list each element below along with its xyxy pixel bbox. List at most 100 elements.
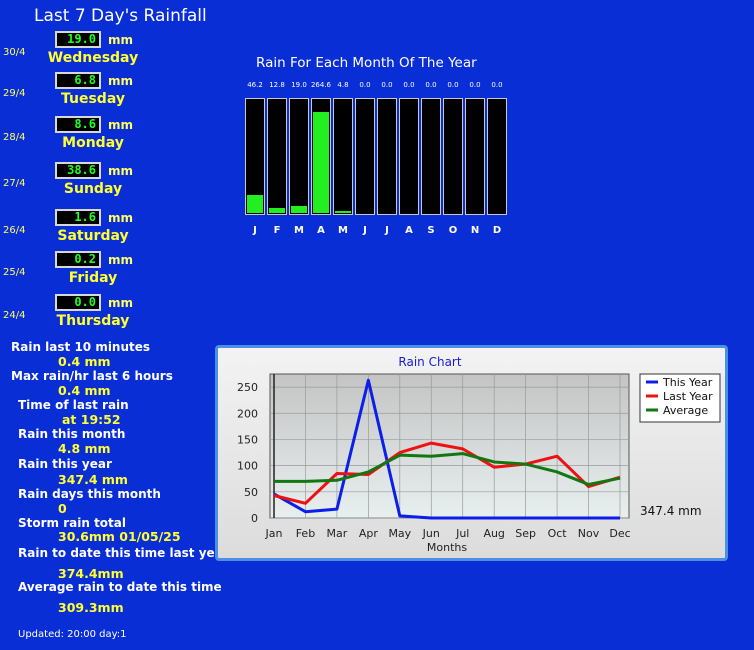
month-bar (313, 111, 329, 213)
year-total-label: 347.4 mm (640, 504, 702, 518)
rain-line-chart: Rain Chart 0 50 100 150 200 250 Jan Feb Mar Apr May… (237, 355, 721, 554)
day-date: 28/4 (3, 132, 26, 143)
day-rain-value: 6.8 (55, 72, 101, 89)
stat-label: Time of last rain (18, 398, 129, 412)
y-tick-label: 150 (237, 433, 258, 446)
y-tick-label: 200 (237, 407, 258, 420)
month-label: M (294, 225, 304, 236)
day-rain-value: 0.2 (55, 251, 101, 268)
month-value-label: 0.0 (381, 81, 393, 89)
month-bar (269, 208, 285, 213)
stat-label: Rain this year (18, 457, 112, 471)
y-tick-label: 0 (251, 512, 258, 525)
stat-label: Rain to date this time last year (18, 546, 229, 560)
day-date: 24/4 (3, 310, 26, 321)
x-tick-label: Mar (327, 527, 348, 540)
legend-label: Last Year (663, 390, 713, 403)
rain-chart-panel: Rain Chart 0 50 100 150 200 250 Jan Feb Mar Apr May… (215, 345, 728, 561)
stat-value: at 19:52 (62, 412, 121, 427)
x-tick-label: Jul (455, 527, 469, 540)
month-label: A (405, 225, 413, 236)
month-value-label: 46.2 (247, 81, 263, 89)
rain-chart-title: Rain Chart (398, 355, 461, 369)
day-rain-unit: mm (108, 253, 134, 267)
day-rain-value: 19.0 (55, 31, 101, 48)
month-value-label: 12.8 (269, 81, 285, 89)
month-label: S (427, 225, 435, 236)
month-label: M (338, 225, 348, 236)
day-rain-value: 0.0 (55, 294, 101, 311)
y-tick-label: 100 (237, 460, 258, 473)
stat-value: 0.4 mm (58, 354, 111, 369)
x-tick-label: Dec (609, 527, 630, 540)
day-rain-value: 1.6 (55, 209, 101, 226)
day-name: Wednesday (47, 50, 139, 66)
x-axis-label: Months (427, 541, 467, 554)
y-tick-label: 50 (244, 486, 258, 499)
month-bar-track (443, 98, 463, 215)
month-label: D (492, 225, 502, 236)
day-name: Tuesday (61, 91, 125, 107)
month-label: A (317, 225, 325, 236)
month-bar-track (377, 98, 397, 215)
page-title: Last 7 Day's Rainfall (34, 6, 207, 26)
day-name: Thursday (56, 313, 130, 329)
day-rain-unit: mm (108, 296, 134, 310)
month-value-label: 0.0 (469, 81, 481, 89)
day-rain-value: 38.6 (55, 162, 101, 179)
day-rain-unit: mm (108, 118, 134, 132)
stat-value: 4.8 mm (58, 441, 111, 456)
x-tick-label: Feb (296, 527, 315, 540)
month-value-label: 0.0 (491, 81, 503, 89)
stat-label: Storm rain total (18, 516, 126, 530)
month-label: J (385, 225, 389, 236)
x-tick-label: May (388, 527, 411, 540)
month-label: N (470, 225, 480, 236)
day-rain-value: 8.6 (55, 116, 101, 133)
stat-label: Rain last 10 minutes (11, 340, 151, 354)
stat-label: Rain days this month (18, 487, 161, 501)
month-value-label: 0.0 (447, 81, 459, 89)
x-tick-label: Oct (548, 527, 568, 540)
month-value-label: 0.0 (425, 81, 437, 89)
day-name: Monday (62, 135, 124, 151)
month-bar-track (487, 98, 507, 215)
day-rain-unit: mm (108, 33, 134, 47)
month-bar-track (311, 98, 331, 215)
month-bar (335, 211, 351, 213)
stat-label: Average rain to date this time (18, 580, 222, 594)
month-bar-track (289, 98, 309, 215)
month-value-label: 0.0 (359, 81, 371, 89)
stat-label: Rain this month (18, 427, 126, 441)
month-bar (291, 205, 307, 213)
month-value-label: 19.0 (291, 81, 307, 89)
month-bar-track (333, 98, 353, 215)
month-label: J (363, 225, 367, 236)
month-bar-track (245, 98, 265, 215)
day-date: 27/4 (3, 178, 26, 189)
month-label: F (273, 225, 281, 236)
month-label: J (253, 225, 257, 236)
x-tick-label: Aug (483, 527, 504, 540)
month-value-label: 0.0 (403, 81, 415, 89)
x-tick-label: Apr (359, 527, 379, 540)
day-name: Friday (68, 270, 118, 286)
month-bar (247, 195, 263, 213)
month-bar-track (465, 98, 485, 215)
day-name: Saturday (57, 228, 129, 244)
day-date: 25/4 (3, 267, 26, 278)
updated-timestamp: Updated: 20:00 day:1 (18, 629, 127, 640)
day-rain-unit: mm (108, 164, 134, 178)
legend-label: This Year (662, 376, 713, 389)
x-tick-label: Nov (578, 527, 600, 540)
stat-value: 374.4mm (58, 566, 124, 581)
month-value-label: 4.8 (337, 81, 349, 89)
month-bar-track (399, 98, 419, 215)
x-tick-label: Jun (422, 527, 440, 540)
stat-value: 309.3mm (58, 600, 124, 615)
month-bar-track (355, 98, 375, 215)
stat-value: 0 (58, 501, 67, 516)
legend-label: Average (663, 404, 708, 417)
day-date: 26/4 (3, 225, 26, 236)
stat-value: 347.4 mm (58, 472, 128, 487)
